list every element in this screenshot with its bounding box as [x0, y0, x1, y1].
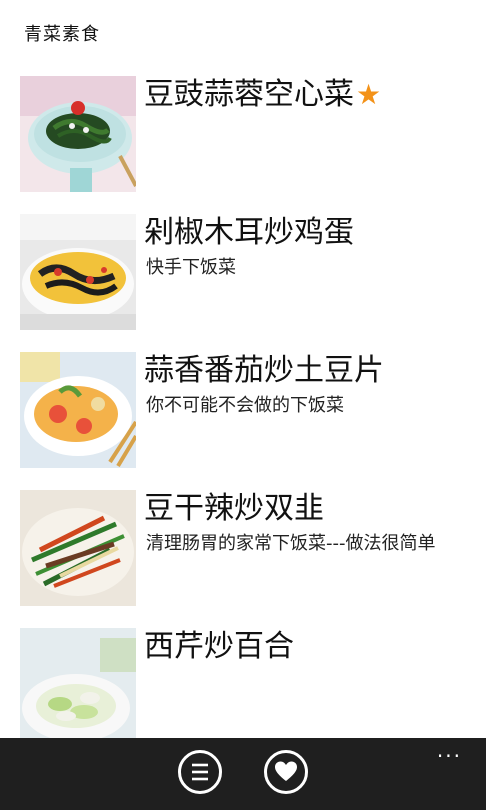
recipe-title: 豆豉蒜蓉空心菜 — [144, 77, 354, 112]
recipe-subtitle: 清理肠胃的家常下饭菜---做法很简单 — [146, 533, 436, 554]
recipe-title: 西芹炒百合 — [144, 629, 294, 664]
recipe-thumbnail — [20, 352, 136, 468]
list-item[interactable]: 豆干辣炒双韭 清理肠胃的家常下饭菜---做法很简单 — [20, 490, 470, 610]
app-bar: ··· — [0, 738, 486, 810]
recipe-subtitle: 你不可能不会做的下饭菜 — [146, 395, 344, 416]
list-button[interactable] — [178, 750, 222, 794]
more-button[interactable]: ··· — [437, 744, 462, 768]
star-icon: ★ — [356, 78, 382, 111]
recipe-thumbnail — [20, 76, 136, 192]
recipe-title: 剁椒木耳炒鸡蛋 — [144, 215, 354, 250]
header: 青菜素食 — [0, 0, 486, 62]
recipe-title: 豆干辣炒双韭 — [144, 491, 324, 526]
list-item[interactable]: 西芹炒百合 — [20, 628, 470, 748]
recipe-title: 蒜香番茄炒土豆片 — [144, 353, 384, 388]
recipe-thumbnail — [20, 490, 136, 606]
list-icon — [192, 763, 208, 781]
favorites-button[interactable] — [264, 750, 308, 794]
recipe-thumbnail — [20, 628, 136, 738]
heart-icon — [275, 761, 297, 781]
page-title: 青菜素食 — [24, 24, 100, 45]
recipe-subtitle: 快手下饭菜 — [146, 257, 236, 278]
list-item[interactable]: 剁椒木耳炒鸡蛋 快手下饭菜 — [20, 214, 470, 334]
recipe-thumbnail — [20, 214, 136, 330]
list-item[interactable]: 蒜香番茄炒土豆片 你不可能不会做的下饭菜 — [20, 352, 470, 472]
list-item[interactable]: 豆豉蒜蓉空心菜★ — [20, 76, 470, 196]
